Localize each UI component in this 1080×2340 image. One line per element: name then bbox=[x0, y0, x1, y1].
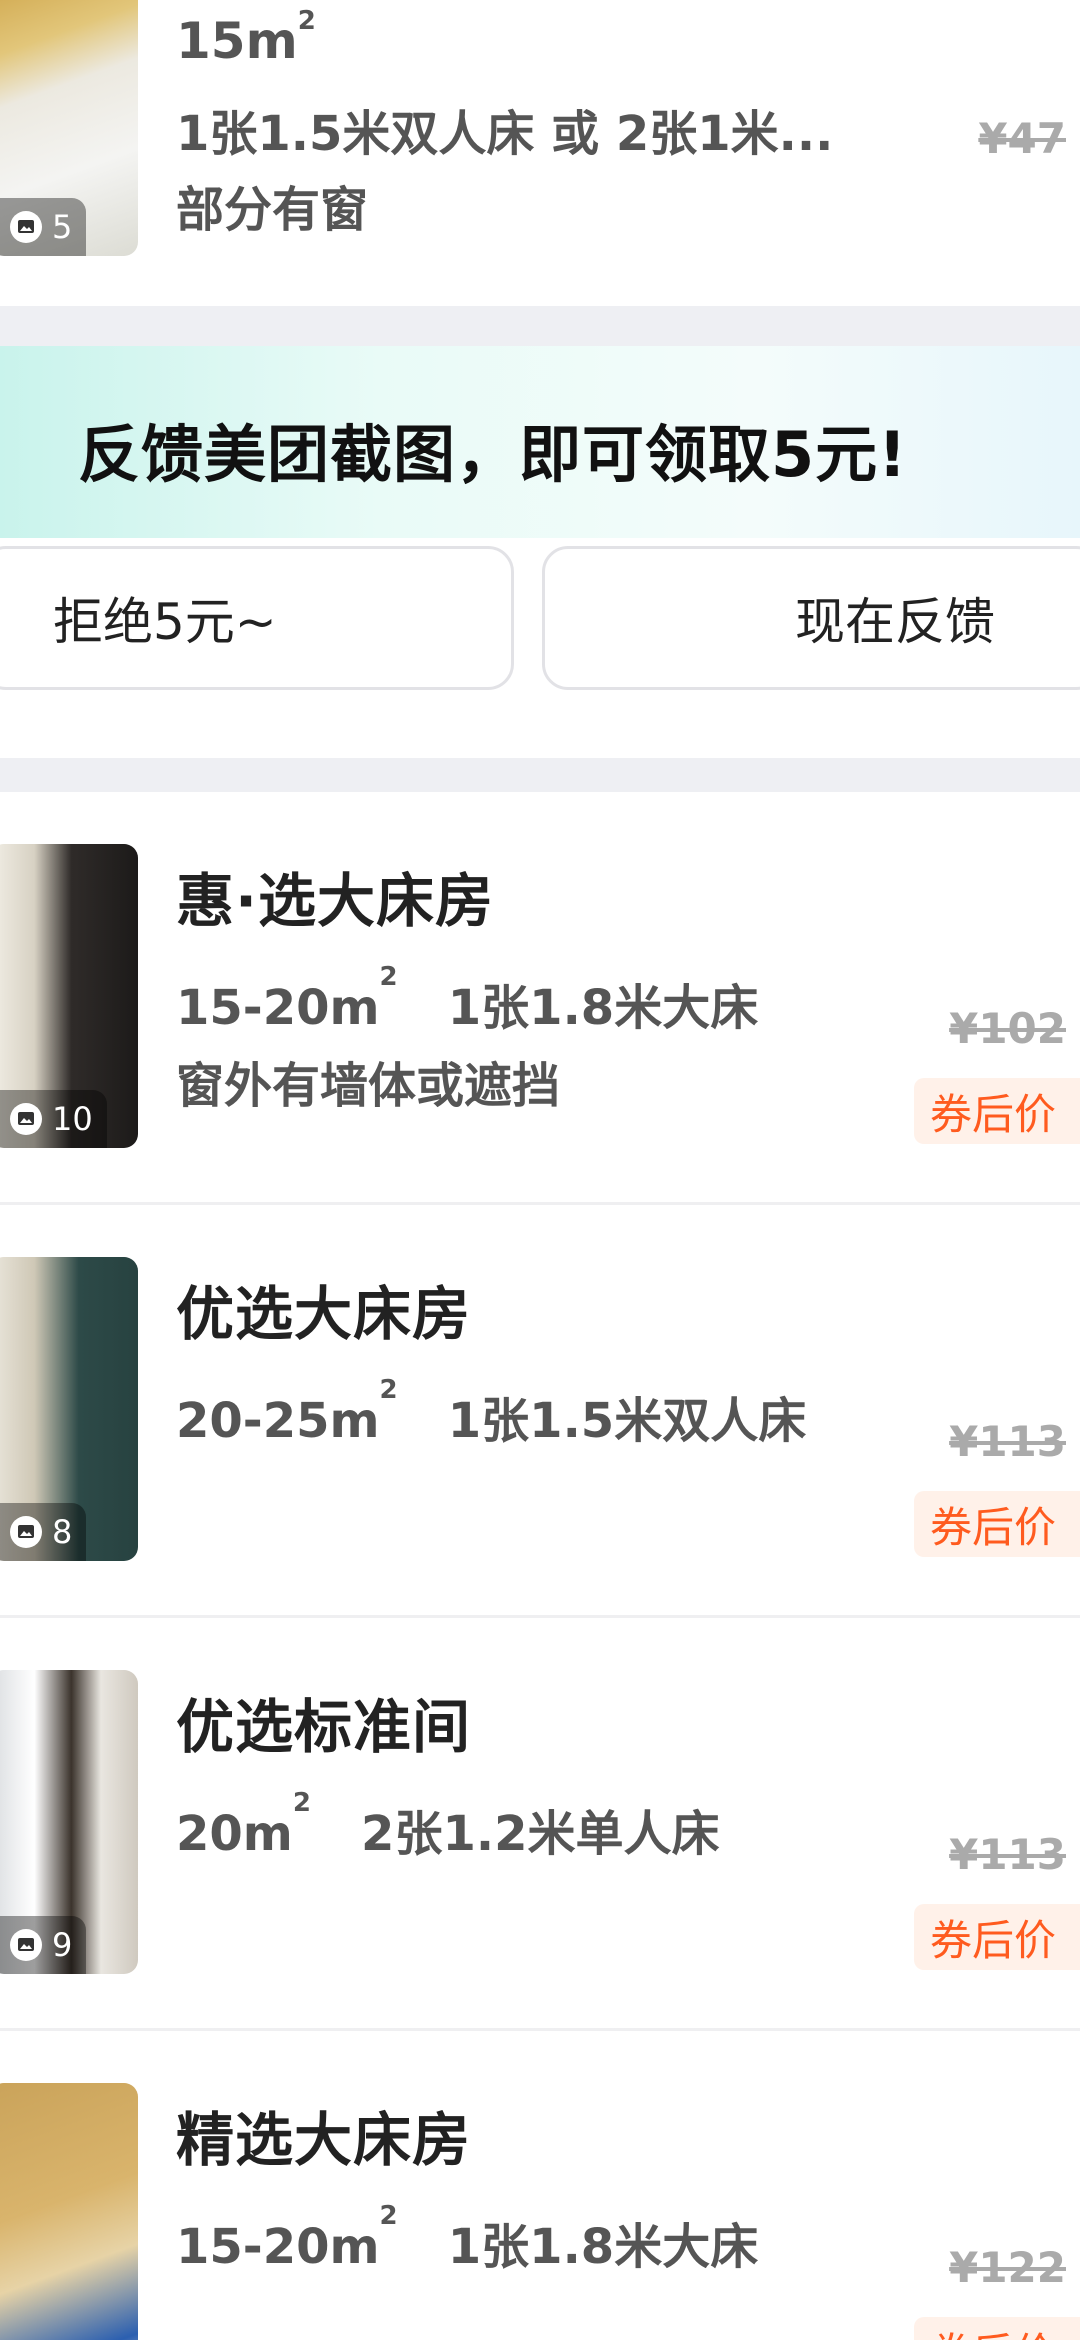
feedback-prompt: 反馈美团截图，即可领取5元! bbox=[78, 418, 908, 491]
original-price: ¥122 bbox=[949, 2243, 1066, 2292]
feedback-now-button[interactable]: 现在反馈 bbox=[542, 546, 1080, 690]
section-divider bbox=[0, 758, 1080, 792]
room-area-bed: 20m2 2张1.2米单人床 bbox=[176, 1788, 720, 1862]
image-icon bbox=[10, 211, 42, 243]
room-title: 惠·选大床房 bbox=[176, 867, 495, 935]
photo-count: 8 bbox=[52, 1513, 73, 1551]
room-title: 优选标准间 bbox=[176, 1693, 472, 1761]
room-area: 15m2 bbox=[176, 6, 316, 70]
photo-count-badge: 5 bbox=[0, 198, 87, 256]
room-card[interactable]: 10 惠·选大床房 15-20m2 1张1.8米大床 窗外有墙体或遮挡 ¥102… bbox=[0, 792, 1080, 1202]
original-price: ¥113 bbox=[949, 1830, 1066, 1879]
room-bed: 1张1.5米双人床 或 2张1米... bbox=[176, 106, 834, 162]
decline-button[interactable]: 拒绝5元~ bbox=[0, 546, 514, 690]
room-thumbnail[interactable]: 5 bbox=[0, 0, 138, 256]
room-window: 部分有窗 bbox=[176, 182, 369, 238]
room-title: 优选大床房 bbox=[176, 1280, 472, 1348]
coupon-price-tag: 券后价 bbox=[914, 1904, 1080, 1970]
room-thumbnail[interactable]: 9 bbox=[0, 1670, 138, 1974]
photo-count-badge: 8 bbox=[0, 1503, 87, 1561]
decline-label: 拒绝5元~ bbox=[53, 593, 277, 651]
feedback-now-label: 现在反馈 bbox=[795, 593, 995, 651]
room-area-bed: 15-20m2 1张1.8米大床 bbox=[176, 2201, 759, 2275]
section-divider bbox=[0, 306, 1080, 346]
photo-count: 10 bbox=[52, 1100, 93, 1138]
photo-count: 5 bbox=[52, 208, 73, 246]
room-card[interactable]: 8 优选大床房 20-25m2 1张1.5米双人床 ¥113 券后价 bbox=[0, 1205, 1080, 1615]
room-card[interactable]: 精选大床房 15-20m2 1张1.8米大床 ¥122 券后价 bbox=[0, 2031, 1080, 2340]
room-thumbnail[interactable] bbox=[0, 2083, 138, 2340]
photo-count-badge: 9 bbox=[0, 1916, 87, 1974]
feedback-banner: 反馈美团截图，即可领取5元! bbox=[0, 346, 1080, 538]
image-icon bbox=[10, 1103, 42, 1135]
original-price: ¥47 bbox=[978, 114, 1066, 163]
photo-count-badge: 10 bbox=[0, 1090, 107, 1148]
room-card[interactable]: 9 优选标准间 20m2 2张1.2米单人床 ¥113 券后价 bbox=[0, 1618, 1080, 2028]
coupon-price-tag: 券后价 bbox=[914, 2317, 1080, 2340]
room-title: 精选大床房 bbox=[176, 2106, 472, 2174]
coupon-price-tag: 券后价 bbox=[914, 1078, 1080, 1144]
image-icon bbox=[10, 1516, 42, 1548]
room-area-bed: 20-25m2 1张1.5米双人床 bbox=[176, 1375, 807, 1449]
original-price: ¥113 bbox=[949, 1417, 1066, 1466]
image-icon bbox=[10, 1929, 42, 1961]
room-area-bed: 15-20m2 1张1.8米大床 bbox=[176, 962, 759, 1036]
coupon-price-tag: 券后价 bbox=[914, 1491, 1080, 1557]
room-thumbnail[interactable]: 10 bbox=[0, 844, 138, 1148]
photo-count: 9 bbox=[52, 1926, 73, 1964]
original-price: ¥102 bbox=[949, 1004, 1066, 1053]
room-thumbnail[interactable]: 8 bbox=[0, 1257, 138, 1561]
room-card[interactable]: 5 15m2 1张1.5米双人床 或 2张1米... 部分有窗 ¥47 bbox=[0, 0, 1080, 306]
room-window: 窗外有墙体或遮挡 bbox=[176, 1058, 561, 1114]
